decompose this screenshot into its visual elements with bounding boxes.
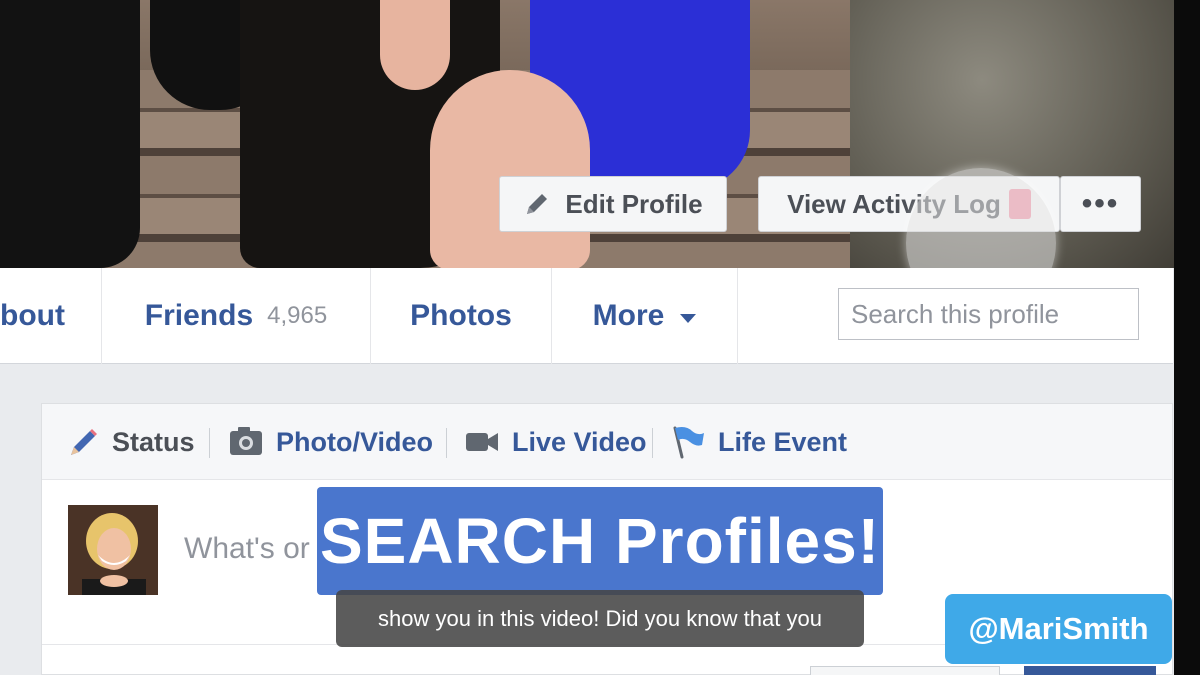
video-camera-icon xyxy=(466,433,498,451)
tab-photos[interactable]: Photos xyxy=(371,268,552,364)
composer-tabs: Status Photo/Video Live Video Life Event xyxy=(42,404,1172,480)
friends-count: 4,965 xyxy=(267,302,328,329)
cover-legs xyxy=(430,70,590,268)
tab-more[interactable]: More xyxy=(552,268,738,364)
edit-profile-label: Edit Profile xyxy=(565,188,703,219)
tab-life-event[interactable]: Life Event xyxy=(670,404,847,480)
tab-photo-video-label: Photo/Video xyxy=(276,426,434,457)
tab-more-label: More xyxy=(592,299,665,332)
pencil-icon xyxy=(523,190,551,218)
privacy-selector-button[interactable] xyxy=(810,666,1000,675)
tab-status[interactable]: Status xyxy=(66,404,195,480)
composer-prompt[interactable]: What's or xyxy=(184,532,310,566)
post-button[interactable] xyxy=(1024,666,1156,675)
tab-live-video-label: Live Video xyxy=(512,426,647,457)
subtitle-caption: show you in this video! Did you know tha… xyxy=(336,590,864,647)
video-frame: Edit Profile View Activity Log ••• bout … xyxy=(0,0,1200,675)
cover-hand xyxy=(380,0,450,90)
video-letterbox xyxy=(1174,0,1200,675)
edit-profile-button[interactable]: Edit Profile xyxy=(499,176,727,232)
cover-figure-1 xyxy=(0,0,140,268)
ellipsis-icon: ••• xyxy=(1081,187,1120,220)
tab-photos-label: Photos xyxy=(410,299,512,332)
video-title-banner: SEARCH Profiles! xyxy=(317,487,883,595)
avatar xyxy=(68,505,158,595)
pencil-icon xyxy=(71,429,97,455)
tab-friends[interactable]: Friends 4,965 xyxy=(102,268,371,364)
tab-divider xyxy=(446,428,447,458)
search-profile-input[interactable] xyxy=(839,289,1186,339)
tab-divider xyxy=(209,428,210,458)
more-options-button[interactable]: ••• xyxy=(1060,176,1141,232)
tab-friends-label: Friends xyxy=(144,299,254,332)
tab-live-video[interactable]: Live Video xyxy=(464,404,647,480)
tab-photo-video[interactable]: Photo/Video xyxy=(228,404,433,480)
caret-down-icon xyxy=(680,313,697,323)
tab-about-label: bout xyxy=(0,299,65,332)
camera-icon xyxy=(230,427,262,455)
tab-about[interactable]: bout xyxy=(0,268,102,364)
tab-divider xyxy=(652,428,653,458)
flag-icon xyxy=(673,426,704,459)
tab-status-label: Status xyxy=(112,426,195,457)
social-handle-badge: @MariSmith xyxy=(945,594,1172,664)
profile-search xyxy=(838,288,1200,340)
tab-life-event-label: Life Event xyxy=(718,426,848,457)
